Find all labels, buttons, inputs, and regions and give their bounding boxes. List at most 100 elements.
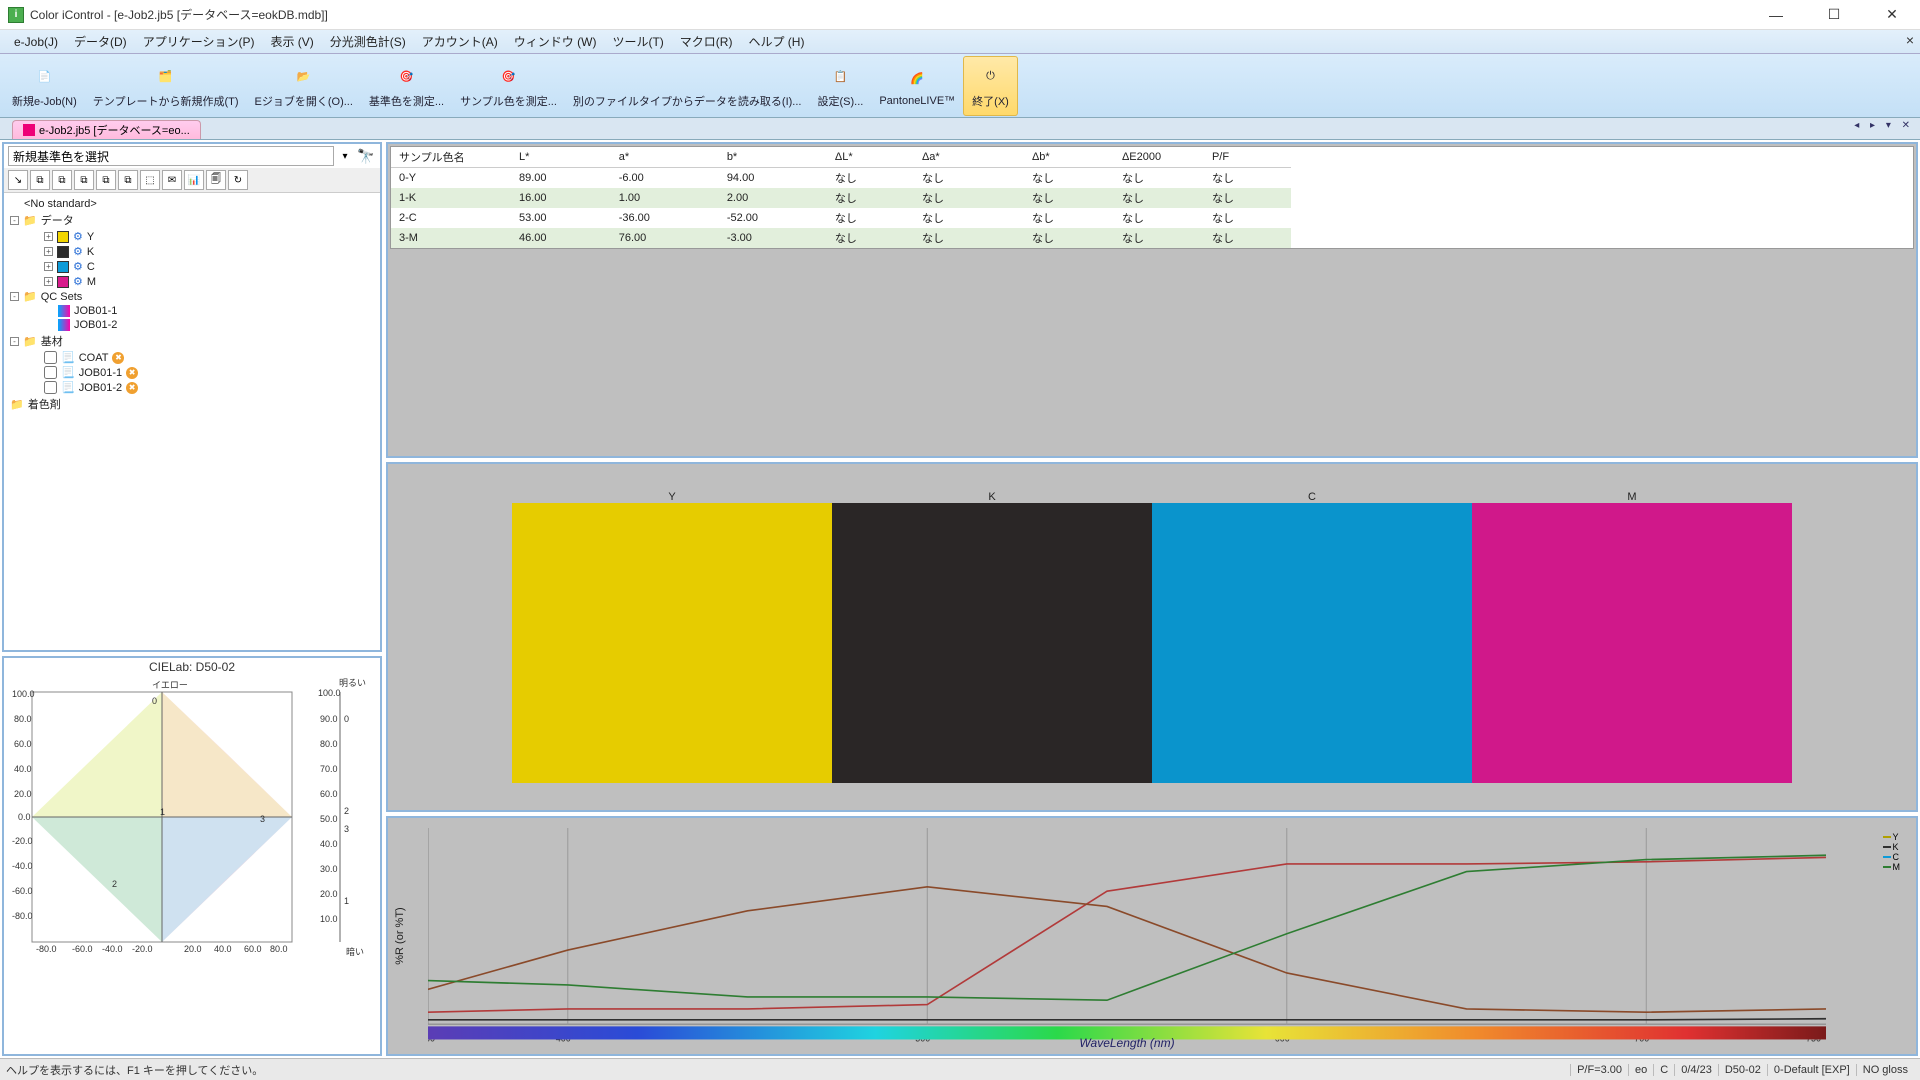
tree-item-m[interactable]: +⚙M xyxy=(10,274,374,289)
tree-item-k[interactable]: +⚙K xyxy=(10,244,374,259)
tab-nav-glyphs[interactable]: ◂ ▸ ▾ ✕ xyxy=(1854,120,1914,131)
main-toolbar: 📄新規e-Job(N) 🗂️テンプレートから新規作成(T) 📂Eジョブを開く(O… xyxy=(0,54,1920,118)
document-tabs: e-Job2.jb5 [データベース=eo... ◂ ▸ ▾ ✕ xyxy=(0,118,1920,140)
menu-data[interactable]: データ(D) xyxy=(66,30,135,54)
svg-text:20.0: 20.0 xyxy=(14,789,32,799)
spectral-plot[interactable]: 100806040200 360400500600700750 xyxy=(428,828,1826,1046)
table-row[interactable]: 1-K16.001.002.00なしなしなしなしなし xyxy=(391,188,1291,208)
color-swatch[interactable] xyxy=(1152,503,1472,783)
menubar: e-Job(J) データ(D) アプリケーション(P) 表示 (V) 分光測色計… xyxy=(0,30,1920,54)
tree-job01-1[interactable]: JOB01-1 xyxy=(10,304,374,318)
tree-group-qcsets[interactable]: -QC Sets xyxy=(10,289,374,304)
app-icon: i xyxy=(8,7,24,23)
tb-settings[interactable]: 📋設定(S)... xyxy=(809,56,871,116)
binoculars-icon[interactable]: 🔭 xyxy=(356,148,376,165)
spectral-panel: %R (or %T) 100806040200 3604005006007007… xyxy=(386,816,1918,1056)
color-swatch[interactable] xyxy=(512,503,832,783)
menu-ejob[interactable]: e-Job(J) xyxy=(6,30,66,54)
spectral-xlabel: WaveLength (nm) xyxy=(1079,1036,1174,1050)
standard-selector-panel: ▾ 🔭 ↘ ⧉ ⧉ ⧉ ⧉ ⧉ ⬚ ✉ 📊 🗐 ↻ <No standard> … xyxy=(2,142,382,652)
window-close[interactable]: ✕ xyxy=(1872,3,1912,27)
tb-open-ejob[interactable]: 📂Eジョブを開く(O)... xyxy=(247,56,361,116)
tb-import-other[interactable]: 別のファイルタイプからデータを読み取る(I)... xyxy=(565,56,810,116)
menu-application[interactable]: アプリケーション(P) xyxy=(135,30,263,54)
settings-icon: 📋 xyxy=(826,63,854,91)
svg-text:1: 1 xyxy=(344,896,349,906)
color-swatch[interactable] xyxy=(1472,503,1792,783)
data-table[interactable]: サンプル色名 L* a* b* ΔL* Δa* Δb* ΔE2000 P/F 0… xyxy=(391,147,1291,248)
tree-sub-job01-2[interactable]: 📃JOB01-2✖ xyxy=(10,380,374,395)
standard-dropdown-icon[interactable]: ▾ xyxy=(338,151,352,162)
tb-measure-standard[interactable]: 🎯基準色を測定... xyxy=(361,56,452,116)
cielab-title: CIELab: D50-02 xyxy=(4,658,380,676)
tree-group-substrate[interactable]: -基材 xyxy=(10,332,374,350)
svg-text:-20.0: -20.0 xyxy=(12,836,33,846)
mdi-close-icon[interactable]: × xyxy=(1906,32,1914,48)
window-titlebar: i Color iControl - [e-Job2.jb5 [データベース=e… xyxy=(0,0,1920,30)
target-sample-icon: 🎯 xyxy=(495,63,523,91)
menu-macro[interactable]: マクロ(R) xyxy=(672,30,741,54)
table-row[interactable]: 0-Y89.00-6.0094.00なしなしなしなしなし xyxy=(391,168,1291,189)
menu-view[interactable]: 表示 (V) xyxy=(262,30,321,54)
import-icon xyxy=(673,63,701,91)
mb-btn-9[interactable]: 📊 xyxy=(184,170,204,190)
swatch-label: C xyxy=(1152,491,1472,503)
window-minimize[interactable]: ― xyxy=(1756,3,1796,27)
status-help-text: ヘルプを表示するには、F1 キーを押してください。 xyxy=(6,1062,1570,1078)
menu-spectro[interactable]: 分光測色計(S) xyxy=(322,30,414,54)
svg-text:-60.0: -60.0 xyxy=(12,886,33,896)
menu-help[interactable]: ヘルプ (H) xyxy=(740,30,812,54)
tb-exit[interactable]: ⏻終了(X) xyxy=(963,56,1018,116)
svg-text:50.0: 50.0 xyxy=(320,814,338,824)
template-icon: 🗂️ xyxy=(152,63,180,91)
tree-item-c[interactable]: +⚙C xyxy=(10,259,374,274)
tree-group-data[interactable]: -データ xyxy=(10,211,374,229)
mb-btn-4[interactable]: ⧉ xyxy=(74,170,94,190)
mb-btn-1[interactable]: ↘ xyxy=(8,170,28,190)
doc-tab-active[interactable]: e-Job2.jb5 [データベース=eo... xyxy=(12,120,201,139)
svg-text:-40.0: -40.0 xyxy=(12,861,33,871)
standard-mini-toolbar: ↘ ⧉ ⧉ ⧉ ⧉ ⧉ ⬚ ✉ 📊 🗐 ↻ xyxy=(4,168,380,193)
tb-new-from-template[interactable]: 🗂️テンプレートから新規作成(T) xyxy=(85,56,247,116)
mb-btn-5[interactable]: ⧉ xyxy=(96,170,116,190)
standard-select-input[interactable] xyxy=(8,146,334,166)
menu-window[interactable]: ウィンドウ (W) xyxy=(506,30,605,54)
warn-badge-icon: ✖ xyxy=(126,382,138,394)
svg-text:70.0: 70.0 xyxy=(320,764,338,774)
mb-btn-11[interactable]: ↻ xyxy=(228,170,248,190)
svg-text:100.0: 100.0 xyxy=(318,688,341,698)
tb-measure-sample[interactable]: 🎯サンプル色を測定... xyxy=(452,56,565,116)
mb-btn-8[interactable]: ✉ xyxy=(162,170,182,190)
gear-icon: ⚙ xyxy=(73,245,83,258)
svg-text:60.0: 60.0 xyxy=(320,789,338,799)
mb-btn-7[interactable]: ⬚ xyxy=(140,170,160,190)
warn-badge-icon: ✖ xyxy=(112,352,124,364)
cielab-ab-plot[interactable]: 100.080.060.040.020.00.0-20.0-40.0-60.0-… xyxy=(12,682,312,952)
tb-new-ejob[interactable]: 📄新規e-Job(N) xyxy=(4,56,85,116)
mb-btn-6[interactable]: ⧉ xyxy=(118,170,138,190)
cielab-l-bar[interactable]: 100.090.080.070.060.050.040.030.020.010.… xyxy=(318,682,362,952)
mb-btn-3[interactable]: ⧉ xyxy=(52,170,72,190)
mb-btn-2[interactable]: ⧉ xyxy=(30,170,50,190)
spectral-ylabel: %R (or %T) xyxy=(394,907,406,964)
tree-item-y[interactable]: +⚙Y xyxy=(10,229,374,244)
window-maximize[interactable]: ☐ xyxy=(1814,3,1854,27)
tree-job01-2[interactable]: JOB01-2 xyxy=(10,318,374,332)
svg-text:0: 0 xyxy=(344,714,349,724)
table-row[interactable]: 2-C53.00-36.00-52.00なしなしなしなしなし xyxy=(391,208,1291,228)
window-title: Color iControl - [e-Job2.jb5 [データベース=eok… xyxy=(30,6,1756,23)
svg-text:60.0: 60.0 xyxy=(244,944,262,952)
svg-text:80.0: 80.0 xyxy=(270,944,288,952)
tb-pantonelive[interactable]: 🌈PantoneLIVE™ xyxy=(871,56,963,116)
menu-tool[interactable]: ツール(T) xyxy=(604,30,671,54)
table-row[interactable]: 3-M46.0076.00-3.00なしなしなしなしなし xyxy=(391,228,1291,248)
color-swatch[interactable] xyxy=(832,503,1152,783)
tree-sub-coat[interactable]: 📃COAT✖ xyxy=(10,350,374,365)
tree-group-colorant[interactable]: 着色剤 xyxy=(10,395,374,413)
tree-sub-job01-1[interactable]: 📃JOB01-1✖ xyxy=(10,365,374,380)
mb-btn-10[interactable]: 🗐 xyxy=(206,170,226,190)
standard-tree[interactable]: <No standard> -データ +⚙Y +⚙K +⚙C +⚙M -QC S… xyxy=(4,193,380,650)
menu-account[interactable]: アカウント(A) xyxy=(414,30,506,54)
tree-no-standard[interactable]: <No standard> xyxy=(10,197,374,211)
svg-text:3: 3 xyxy=(344,824,349,834)
